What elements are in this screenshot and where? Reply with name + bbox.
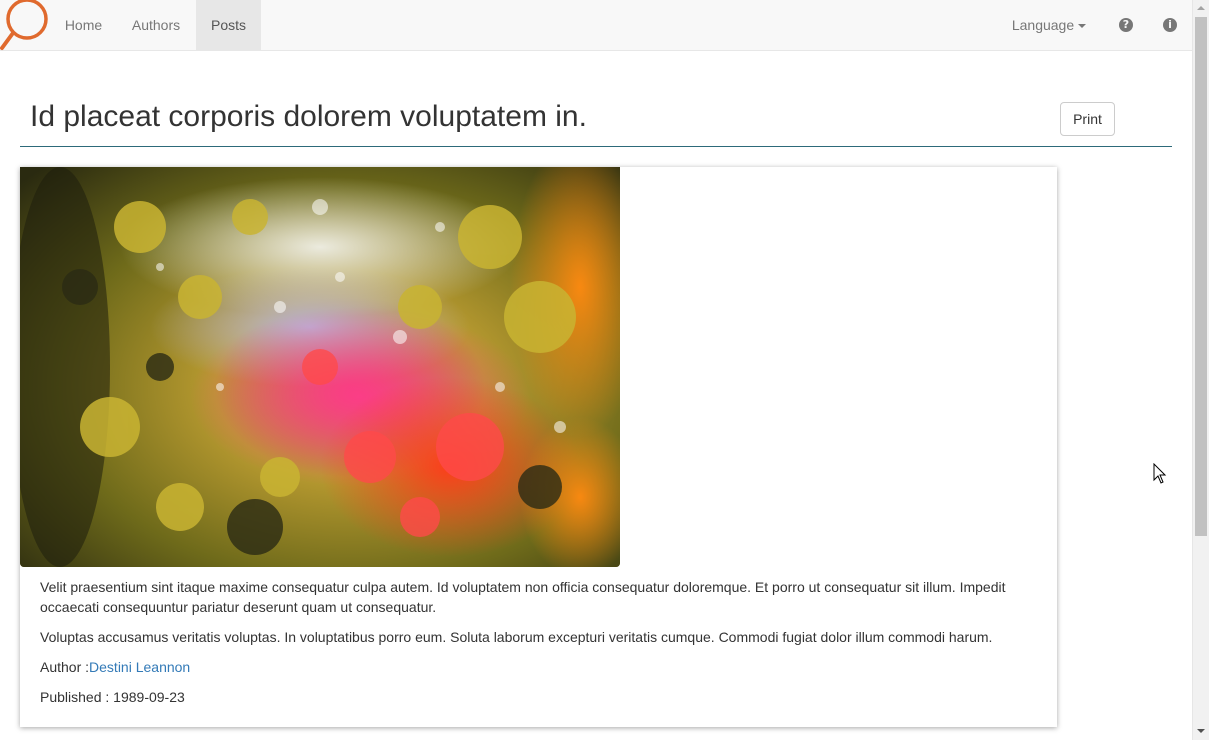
published-line: Published : 1989-09-23 bbox=[40, 687, 1030, 707]
post-paragraph: Velit praesentium sint itaque maxime con… bbox=[40, 579, 1006, 615]
info-circle-icon: i bbox=[1163, 18, 1177, 32]
scroll-down-arrow-icon[interactable] bbox=[1197, 729, 1205, 733]
vertical-scrollbar[interactable] bbox=[1192, 0, 1209, 740]
help-button[interactable]: ? bbox=[1112, 0, 1140, 50]
mouse-pointer-icon bbox=[1153, 463, 1167, 484]
scroll-up-arrow-icon[interactable] bbox=[1197, 6, 1205, 10]
author-label: Author : bbox=[40, 659, 90, 675]
post-card: Velit praesentium sint itaque maxime con… bbox=[20, 167, 1057, 727]
published-date: 1989-09-23 bbox=[113, 689, 185, 705]
caret-down-icon bbox=[1078, 24, 1087, 29]
post-title: Id placeat corporis dolorem voluptatem i… bbox=[30, 100, 587, 133]
brand-logo[interactable] bbox=[0, 0, 52, 51]
question-circle-icon: ? bbox=[1119, 18, 1133, 32]
language-label: Language bbox=[1011, 17, 1075, 33]
scroll-thumb[interactable] bbox=[1195, 17, 1207, 536]
page-header: Id placeat corporis dolorem voluptatem i… bbox=[20, 94, 1172, 147]
nav-authors[interactable]: Authors bbox=[117, 0, 195, 50]
language-dropdown[interactable]: Language bbox=[1000, 0, 1098, 50]
oil-bubbles-photo bbox=[20, 167, 620, 567]
print-button[interactable]: Print bbox=[1060, 102, 1115, 136]
nav-posts[interactable]: Posts bbox=[196, 0, 261, 50]
magnifier-logo-icon bbox=[0, 0, 48, 50]
author-link[interactable]: Destini Leannon bbox=[89, 659, 190, 675]
navbar: Home Authors Posts Language ? i bbox=[0, 0, 1192, 51]
author-line: Author :Destini Leannon bbox=[40, 657, 1030, 677]
post-image bbox=[20, 167, 620, 567]
post-body: Velit praesentium sint itaque maxime con… bbox=[40, 577, 1030, 717]
nav-home[interactable]: Home bbox=[50, 0, 117, 50]
published-label: Published : bbox=[40, 689, 114, 705]
post-paragraph: Voluptas accusamus veritatis voluptas. I… bbox=[40, 629, 993, 645]
info-button[interactable]: i bbox=[1156, 0, 1184, 50]
